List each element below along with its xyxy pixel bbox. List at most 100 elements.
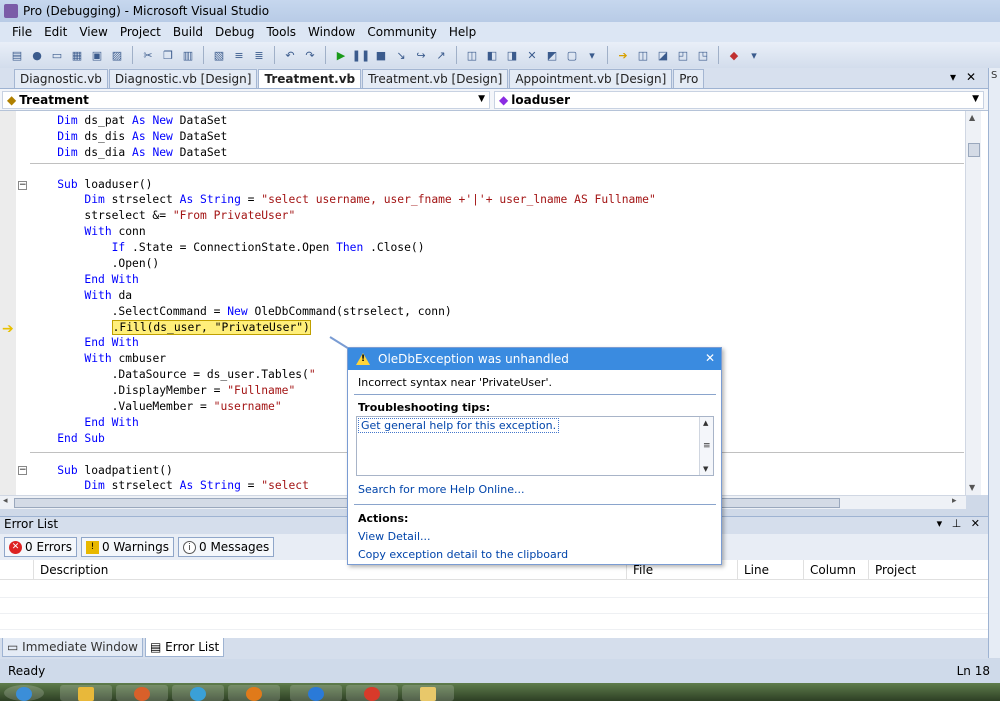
cut-icon[interactable]: ✂ xyxy=(139,46,157,64)
step-out-icon[interactable]: ↗ xyxy=(432,46,450,64)
toolbar-dropdown-icon[interactable]: ▾ xyxy=(583,46,601,64)
menu-view[interactable]: View xyxy=(73,25,113,39)
uncomment-icon[interactable]: ≣ xyxy=(250,46,268,64)
scroll-up-icon[interactable]: ▲ xyxy=(703,419,708,427)
taskbar-visual-studio[interactable] xyxy=(116,685,168,701)
copy-icon[interactable]: ❐ xyxy=(159,46,177,64)
tab-list-dropdown-icon[interactable]: ▾ xyxy=(950,70,956,84)
tab-error-list[interactable]: ▤ Error List xyxy=(144,638,225,657)
break-all-icon[interactable]: ❚❚ xyxy=(352,46,370,64)
chevron-down-icon[interactable]: ▼ xyxy=(478,94,485,104)
column-line[interactable]: Line xyxy=(738,560,804,580)
menu-tools[interactable]: Tools xyxy=(260,25,302,39)
code-line: With da xyxy=(84,288,133,302)
tips-scrollbar[interactable]: ▲ ≡ ▼ xyxy=(699,417,713,475)
vertical-scroll-thumb[interactable] xyxy=(968,143,980,157)
tab-pro[interactable]: Pro xyxy=(673,69,705,88)
copy-exception-detail-link[interactable]: Copy exception detail to the clipboard xyxy=(358,548,568,561)
taskbar-explorer[interactable] xyxy=(60,685,112,701)
menu-debug[interactable]: Debug xyxy=(209,25,260,39)
auto-hide-pin-icon[interactable]: ⊥ xyxy=(952,517,962,530)
method-name-combo[interactable]: ◆ loaduser ▼ xyxy=(494,91,984,109)
side-panel-strip[interactable]: S xyxy=(988,68,1000,658)
menu-project[interactable]: Project xyxy=(114,25,167,39)
close-tab-icon[interactable]: ✕ xyxy=(966,70,976,84)
hex-display-icon[interactable]: ◫ xyxy=(634,46,652,64)
menu-build[interactable]: Build xyxy=(167,25,209,39)
tools-dropdown-icon[interactable]: ◆ xyxy=(725,46,743,64)
object-browser-icon[interactable]: ◨ xyxy=(503,46,521,64)
current-statement-arrow-icon: ➔ xyxy=(2,321,14,337)
step-over-icon[interactable]: ↪ xyxy=(412,46,430,64)
vertical-scrollbar[interactable]: ▲ ▼ xyxy=(965,111,981,495)
tab-diagnostic-vb[interactable]: Diagnostic.vb xyxy=(14,69,108,88)
overflow-chevron-icon[interactable]: ▾ xyxy=(745,46,763,64)
taskbar-chrome[interactable] xyxy=(346,685,398,701)
scroll-up-icon[interactable]: ▲ xyxy=(969,113,975,122)
save-all-icon[interactable]: ▨ xyxy=(108,46,126,64)
show-next-statement-icon[interactable]: ➔ xyxy=(614,46,632,64)
find-icon[interactable]: ▧ xyxy=(210,46,228,64)
add-new-item-icon[interactable]: ▦ xyxy=(68,46,86,64)
view-detail-link[interactable]: View Detail... xyxy=(358,530,431,543)
output-window-icon[interactable]: ◰ xyxy=(674,46,692,64)
scroll-right-icon[interactable]: ▸ xyxy=(952,496,957,506)
new-project-icon[interactable]: ▤ xyxy=(8,46,26,64)
taskbar-internet-explorer[interactable] xyxy=(290,685,342,701)
class-name-combo[interactable]: ◆ Treatment ▼ xyxy=(2,91,490,109)
messages-filter-button[interactable]: i 0 Messages xyxy=(178,537,275,557)
paste-icon[interactable]: ▥ xyxy=(179,46,197,64)
menu-window[interactable]: Window xyxy=(302,25,361,39)
column-icon-header[interactable] xyxy=(0,560,34,580)
undo-icon[interactable]: ↶ xyxy=(281,46,299,64)
class-view-icon[interactable]: ◩ xyxy=(543,46,561,64)
breakpoints-icon[interactable]: ◪ xyxy=(654,46,672,64)
errors-filter-button[interactable]: ✕ 0 Errors xyxy=(4,537,77,557)
indicator-margin[interactable] xyxy=(0,111,16,495)
toolbox-icon[interactable]: ✕ xyxy=(523,46,541,64)
scroll-left-icon[interactable]: ◂ xyxy=(3,496,8,506)
warnings-filter-button[interactable]: ! 0 Warnings xyxy=(80,537,174,557)
redo-icon[interactable]: ↷ xyxy=(301,46,319,64)
save-icon[interactable]: ▣ xyxy=(88,46,106,64)
continue-icon[interactable]: ▶ xyxy=(332,46,350,64)
properties-icon[interactable]: ◧ xyxy=(483,46,501,64)
tab-appointment-design[interactable]: Appointment.vb [Design] xyxy=(509,69,673,88)
taskbar-folder[interactable] xyxy=(402,685,454,701)
close-panel-icon[interactable]: ✕ xyxy=(971,517,980,530)
close-icon[interactable]: ✕ xyxy=(705,351,715,365)
general-help-link[interactable]: Get general help for this exception. xyxy=(358,418,560,433)
taskbar-firefox[interactable] xyxy=(228,685,280,701)
tab-treatment-design[interactable]: Treatment.vb [Design] xyxy=(362,69,509,88)
tab-diagnostic-design[interactable]: Diagnostic.vb [Design] xyxy=(108,69,258,88)
add-item-icon[interactable]: ● xyxy=(28,46,46,64)
menu-file[interactable]: File xyxy=(6,25,38,39)
start-button[interactable] xyxy=(4,685,44,701)
scroll-grip-icon[interactable]: ≡ xyxy=(703,441,711,451)
column-column[interactable]: Column xyxy=(804,560,869,580)
menu-community[interactable]: Community xyxy=(361,25,442,39)
document-tabs: Diagnostic.vb Diagnostic.vb [Design] Tre… xyxy=(0,68,988,89)
step-into-icon[interactable]: ↘ xyxy=(392,46,410,64)
troubleshooting-tips-list[interactable]: Get general help for this exception. ▲ ≡… xyxy=(356,416,714,476)
search-help-online-link[interactable]: Search for more Help Online... xyxy=(358,483,524,496)
solution-explorer-icon[interactable]: ◫ xyxy=(463,46,481,64)
tab-immediate-window[interactable]: ▭ Immediate Window xyxy=(2,638,143,657)
scroll-down-icon[interactable]: ▼ xyxy=(969,483,975,492)
chevron-down-icon[interactable]: ▼ xyxy=(972,94,979,104)
stop-debugging-icon[interactable]: ■ xyxy=(372,46,390,64)
start-page-icon[interactable]: ▢ xyxy=(563,46,581,64)
immediate-window-icon[interactable]: ◳ xyxy=(694,46,712,64)
open-folder-icon[interactable]: ▭ xyxy=(48,46,66,64)
collapse-region-icon[interactable]: − xyxy=(18,181,27,190)
tab-treatment-vb[interactable]: Treatment.vb xyxy=(258,69,362,88)
menu-help[interactable]: Help xyxy=(443,25,482,39)
column-project[interactable]: Project xyxy=(869,560,979,580)
info-icon: i xyxy=(183,540,196,554)
scroll-down-icon[interactable]: ▼ xyxy=(703,465,708,473)
collapse-region-icon[interactable]: − xyxy=(18,466,27,475)
menu-edit[interactable]: Edit xyxy=(38,25,73,39)
comment-icon[interactable]: ≡ xyxy=(230,46,248,64)
window-position-dropdown-icon[interactable]: ▾ xyxy=(937,517,943,530)
taskbar-messenger[interactable] xyxy=(172,685,224,701)
